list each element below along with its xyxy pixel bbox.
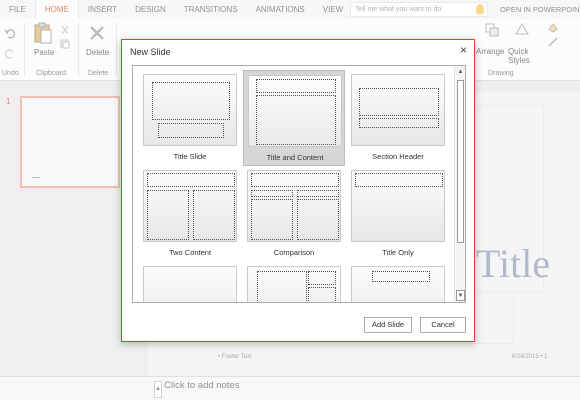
layout-comparison[interactable]: Comparison	[243, 166, 345, 262]
layout-label: Comparison	[273, 248, 315, 257]
dialog-title: New Slide	[130, 47, 171, 57]
close-icon[interactable]: ×	[460, 43, 467, 57]
layout-thumbnail	[248, 75, 342, 147]
layout-title-only[interactable]: Title Only	[347, 166, 449, 262]
layout-two-content[interactable]: Two Content	[139, 166, 241, 262]
layout-thumbnail	[351, 170, 445, 242]
layout-gallery: Title Slide Title and Content Section He…	[132, 65, 466, 303]
scroll-up-icon[interactable]: ▲	[456, 67, 465, 78]
layout-picture-with-caption[interactable]	[347, 262, 449, 302]
new-slide-dialog: New Slide × Title Slide Title and Conten…	[121, 39, 475, 342]
layout-thumbnail	[247, 266, 341, 302]
layout-label: Title Only	[382, 248, 414, 257]
layout-scrollbar[interactable]: ▲ ▼	[454, 66, 465, 302]
layout-thumbnail	[351, 74, 445, 146]
layout-title-slide[interactable]: Title Slide	[139, 70, 241, 166]
layout-thumbnail	[247, 170, 341, 242]
layout-thumbnail	[143, 266, 237, 302]
layout-section-header[interactable]: Section Header	[347, 70, 449, 166]
layout-blank[interactable]	[139, 262, 241, 302]
cancel-button[interactable]: Cancel	[420, 317, 466, 333]
layout-title-and-content[interactable]: Title and Content	[243, 70, 345, 166]
layout-thumbnail	[351, 266, 445, 302]
add-slide-button[interactable]: Add Slide	[364, 317, 412, 333]
scroll-down-icon[interactable]: ▼	[456, 290, 465, 301]
scrollbar-thumb[interactable]	[457, 80, 464, 243]
layout-label: Two Content	[168, 248, 212, 257]
layout-label: Title and Content	[266, 153, 324, 162]
layout-content-with-caption[interactable]	[243, 262, 345, 302]
layout-label: Title Slide	[173, 152, 207, 161]
layout-thumbnail	[143, 170, 237, 242]
layout-label: Section Header	[372, 152, 424, 161]
layout-thumbnail	[143, 74, 237, 146]
